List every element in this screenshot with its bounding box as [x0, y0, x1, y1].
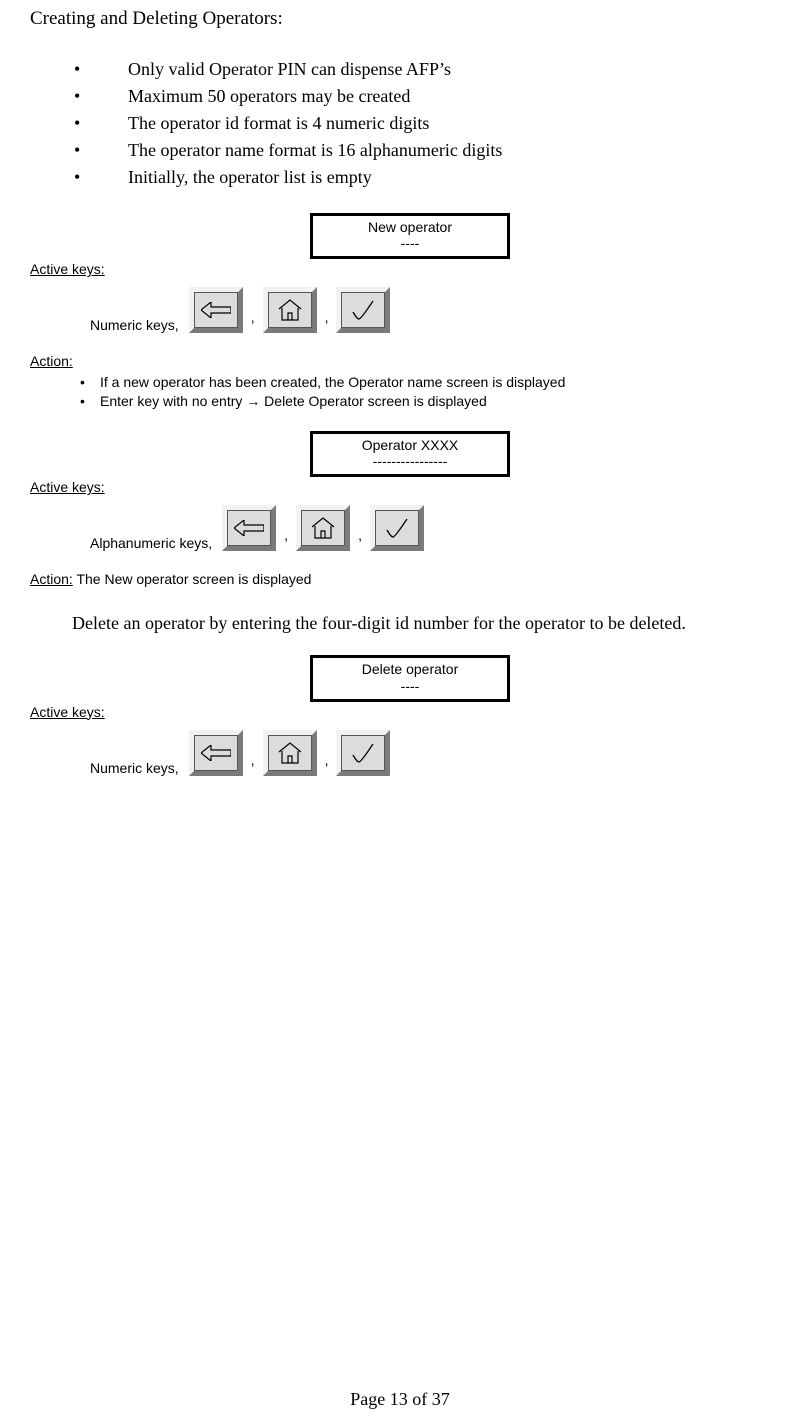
back-key[interactable] [222, 505, 276, 551]
keys-row: Alphanumeric keys, , , [30, 505, 790, 551]
check-icon [350, 742, 376, 764]
check-key[interactable] [370, 505, 424, 551]
active-keys-label: Active keys: [30, 479, 105, 495]
lcd-line: ---- [313, 678, 507, 694]
home-icon [277, 299, 303, 321]
check-icon [350, 299, 376, 321]
active-keys-label: Active keys: [30, 261, 105, 277]
lcd-line: New operator [313, 219, 507, 235]
page-footer: Page 13 of 37 [0, 1389, 800, 1410]
separator: , [251, 309, 255, 325]
action-bullet-list: If a new operator has been created, the … [30, 373, 790, 411]
action-label: Action: [30, 353, 73, 369]
action-label: Action: [30, 571, 73, 587]
active-keys-label: Active keys: [30, 704, 105, 720]
main-bullet-list: Only valid Operator PIN can dispense AFP… [30, 56, 790, 191]
separator: , [325, 309, 329, 325]
list-item: Maximum 50 operators may be created [74, 83, 790, 110]
list-item: If a new operator has been created, the … [80, 373, 790, 392]
back-arrow-icon [201, 302, 231, 318]
check-icon [384, 517, 410, 539]
lcd-line: ---- [313, 235, 507, 251]
home-key[interactable] [263, 730, 317, 776]
home-key[interactable] [263, 287, 317, 333]
back-arrow-icon [234, 520, 264, 536]
lcd-line: Delete operator [313, 661, 507, 677]
keys-lead-label: Numeric keys, [90, 760, 179, 776]
lcd-screen-delete-operator: Delete operator ---- [310, 655, 510, 701]
separator: , [284, 527, 288, 543]
keys-row: Numeric keys, , , [30, 730, 790, 776]
action-text: The New operator screen is displayed [76, 571, 311, 587]
back-key[interactable] [189, 287, 243, 333]
keys-lead-label: Numeric keys, [90, 317, 179, 333]
list-item: The operator id format is 4 numeric digi… [74, 110, 790, 137]
section-title: Creating and Deleting Operators: [30, 8, 790, 30]
action-line: Action: The New operator screen is displ… [30, 571, 790, 587]
delete-paragraph: Delete an operator by entering the four-… [30, 611, 790, 635]
back-key[interactable] [189, 730, 243, 776]
check-key[interactable] [336, 287, 390, 333]
home-icon [310, 517, 336, 539]
keys-lead-label: Alphanumeric keys, [90, 535, 212, 551]
separator: , [325, 752, 329, 768]
lcd-screen-new-operator: New operator ---- [310, 213, 510, 259]
check-key[interactable] [336, 730, 390, 776]
home-key[interactable] [296, 505, 350, 551]
separator: , [251, 752, 255, 768]
keys-row: Numeric keys, , , [30, 287, 790, 333]
action-heading: Action: [30, 353, 790, 369]
back-arrow-icon [201, 745, 231, 761]
lcd-line: ---------------- [313, 453, 507, 469]
separator: , [358, 527, 362, 543]
list-item: Initially, the operator list is empty [74, 164, 790, 191]
home-icon [277, 742, 303, 764]
list-item: Enter key with no entry → Delete Operato… [80, 392, 790, 411]
list-item: Only valid Operator PIN can dispense AFP… [74, 56, 790, 83]
lcd-line: Operator XXXX [313, 437, 507, 453]
list-item: The operator name format is 16 alphanume… [74, 137, 790, 164]
lcd-screen-operator-name: Operator XXXX ---------------- [310, 431, 510, 477]
